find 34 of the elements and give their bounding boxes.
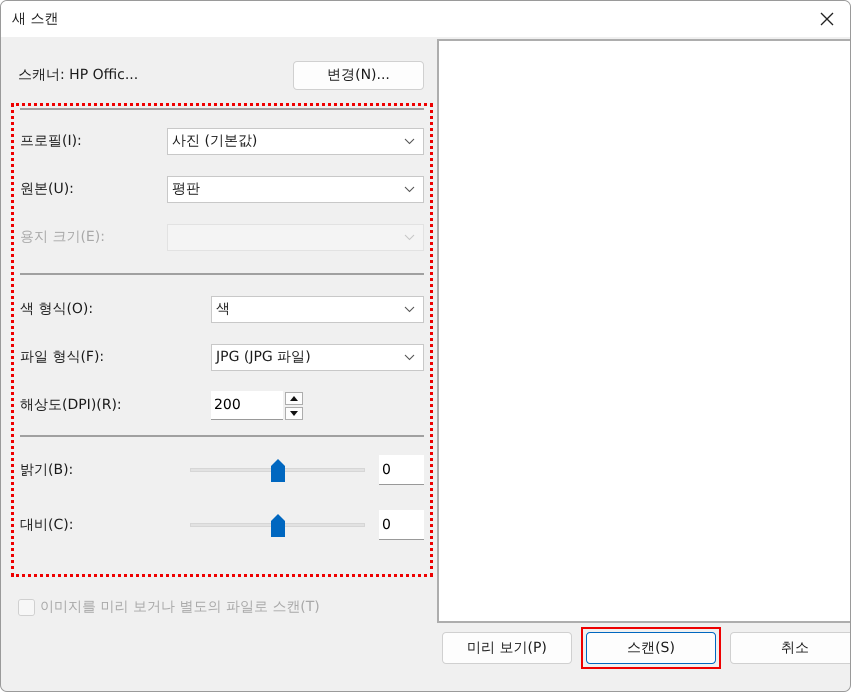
resolution-field[interactable]: 200 bbox=[211, 390, 283, 420]
chevron-down-icon bbox=[404, 138, 415, 144]
checkbox-label: 이미지를 미리 보거나 별도의 파일로 스캔(T) bbox=[40, 598, 320, 616]
slider-thumb[interactable] bbox=[270, 514, 284, 536]
window-title: 새 스캔 bbox=[12, 10, 58, 28]
field-label: 대비(C): bbox=[20, 516, 74, 534]
spin-down-icon[interactable] bbox=[285, 406, 303, 420]
dropdown[interactable]: JPG (JPG 파일) bbox=[211, 344, 424, 370]
change-button[interactable]: 변경(N)... bbox=[293, 60, 424, 90]
field-label: 해상도(DPI)(R): bbox=[20, 396, 122, 414]
value-field[interactable]: 0 bbox=[379, 510, 424, 540]
close-icon[interactable] bbox=[820, 12, 834, 26]
chevron-down-icon bbox=[404, 186, 415, 192]
dialog-button[interactable]: 취소 bbox=[730, 632, 850, 664]
field-label: 색 형식(O): bbox=[20, 300, 94, 318]
chevron-down-icon bbox=[404, 234, 415, 240]
field-label: 프로필(I): bbox=[20, 132, 82, 150]
chevron-down-icon bbox=[404, 306, 415, 312]
dropdown[interactable]: 색 bbox=[211, 296, 424, 322]
field-label: 원본(U): bbox=[20, 180, 74, 198]
scanner-label: 스캐너: HP Offic... bbox=[18, 66, 138, 84]
dialog-button[interactable]: 스캔(S) bbox=[586, 632, 716, 664]
chevron-down-icon bbox=[404, 354, 415, 360]
field-label: 용지 크기(E): bbox=[20, 228, 105, 246]
value-field[interactable]: 0 bbox=[379, 455, 424, 485]
dropdown[interactable]: 사진 (기본값) bbox=[167, 128, 424, 154]
slider-thumb[interactable] bbox=[270, 458, 284, 482]
slider[interactable] bbox=[190, 458, 365, 482]
slider[interactable] bbox=[190, 514, 365, 536]
dialog-button[interactable]: 미리 보기(P) bbox=[442, 632, 572, 664]
field-label: 밝기(B): bbox=[20, 461, 74, 479]
dropdown[interactable]: 평판 bbox=[167, 176, 424, 202]
field-label: 파일 형식(F): bbox=[20, 348, 104, 366]
spin-up-icon[interactable] bbox=[285, 392, 303, 404]
